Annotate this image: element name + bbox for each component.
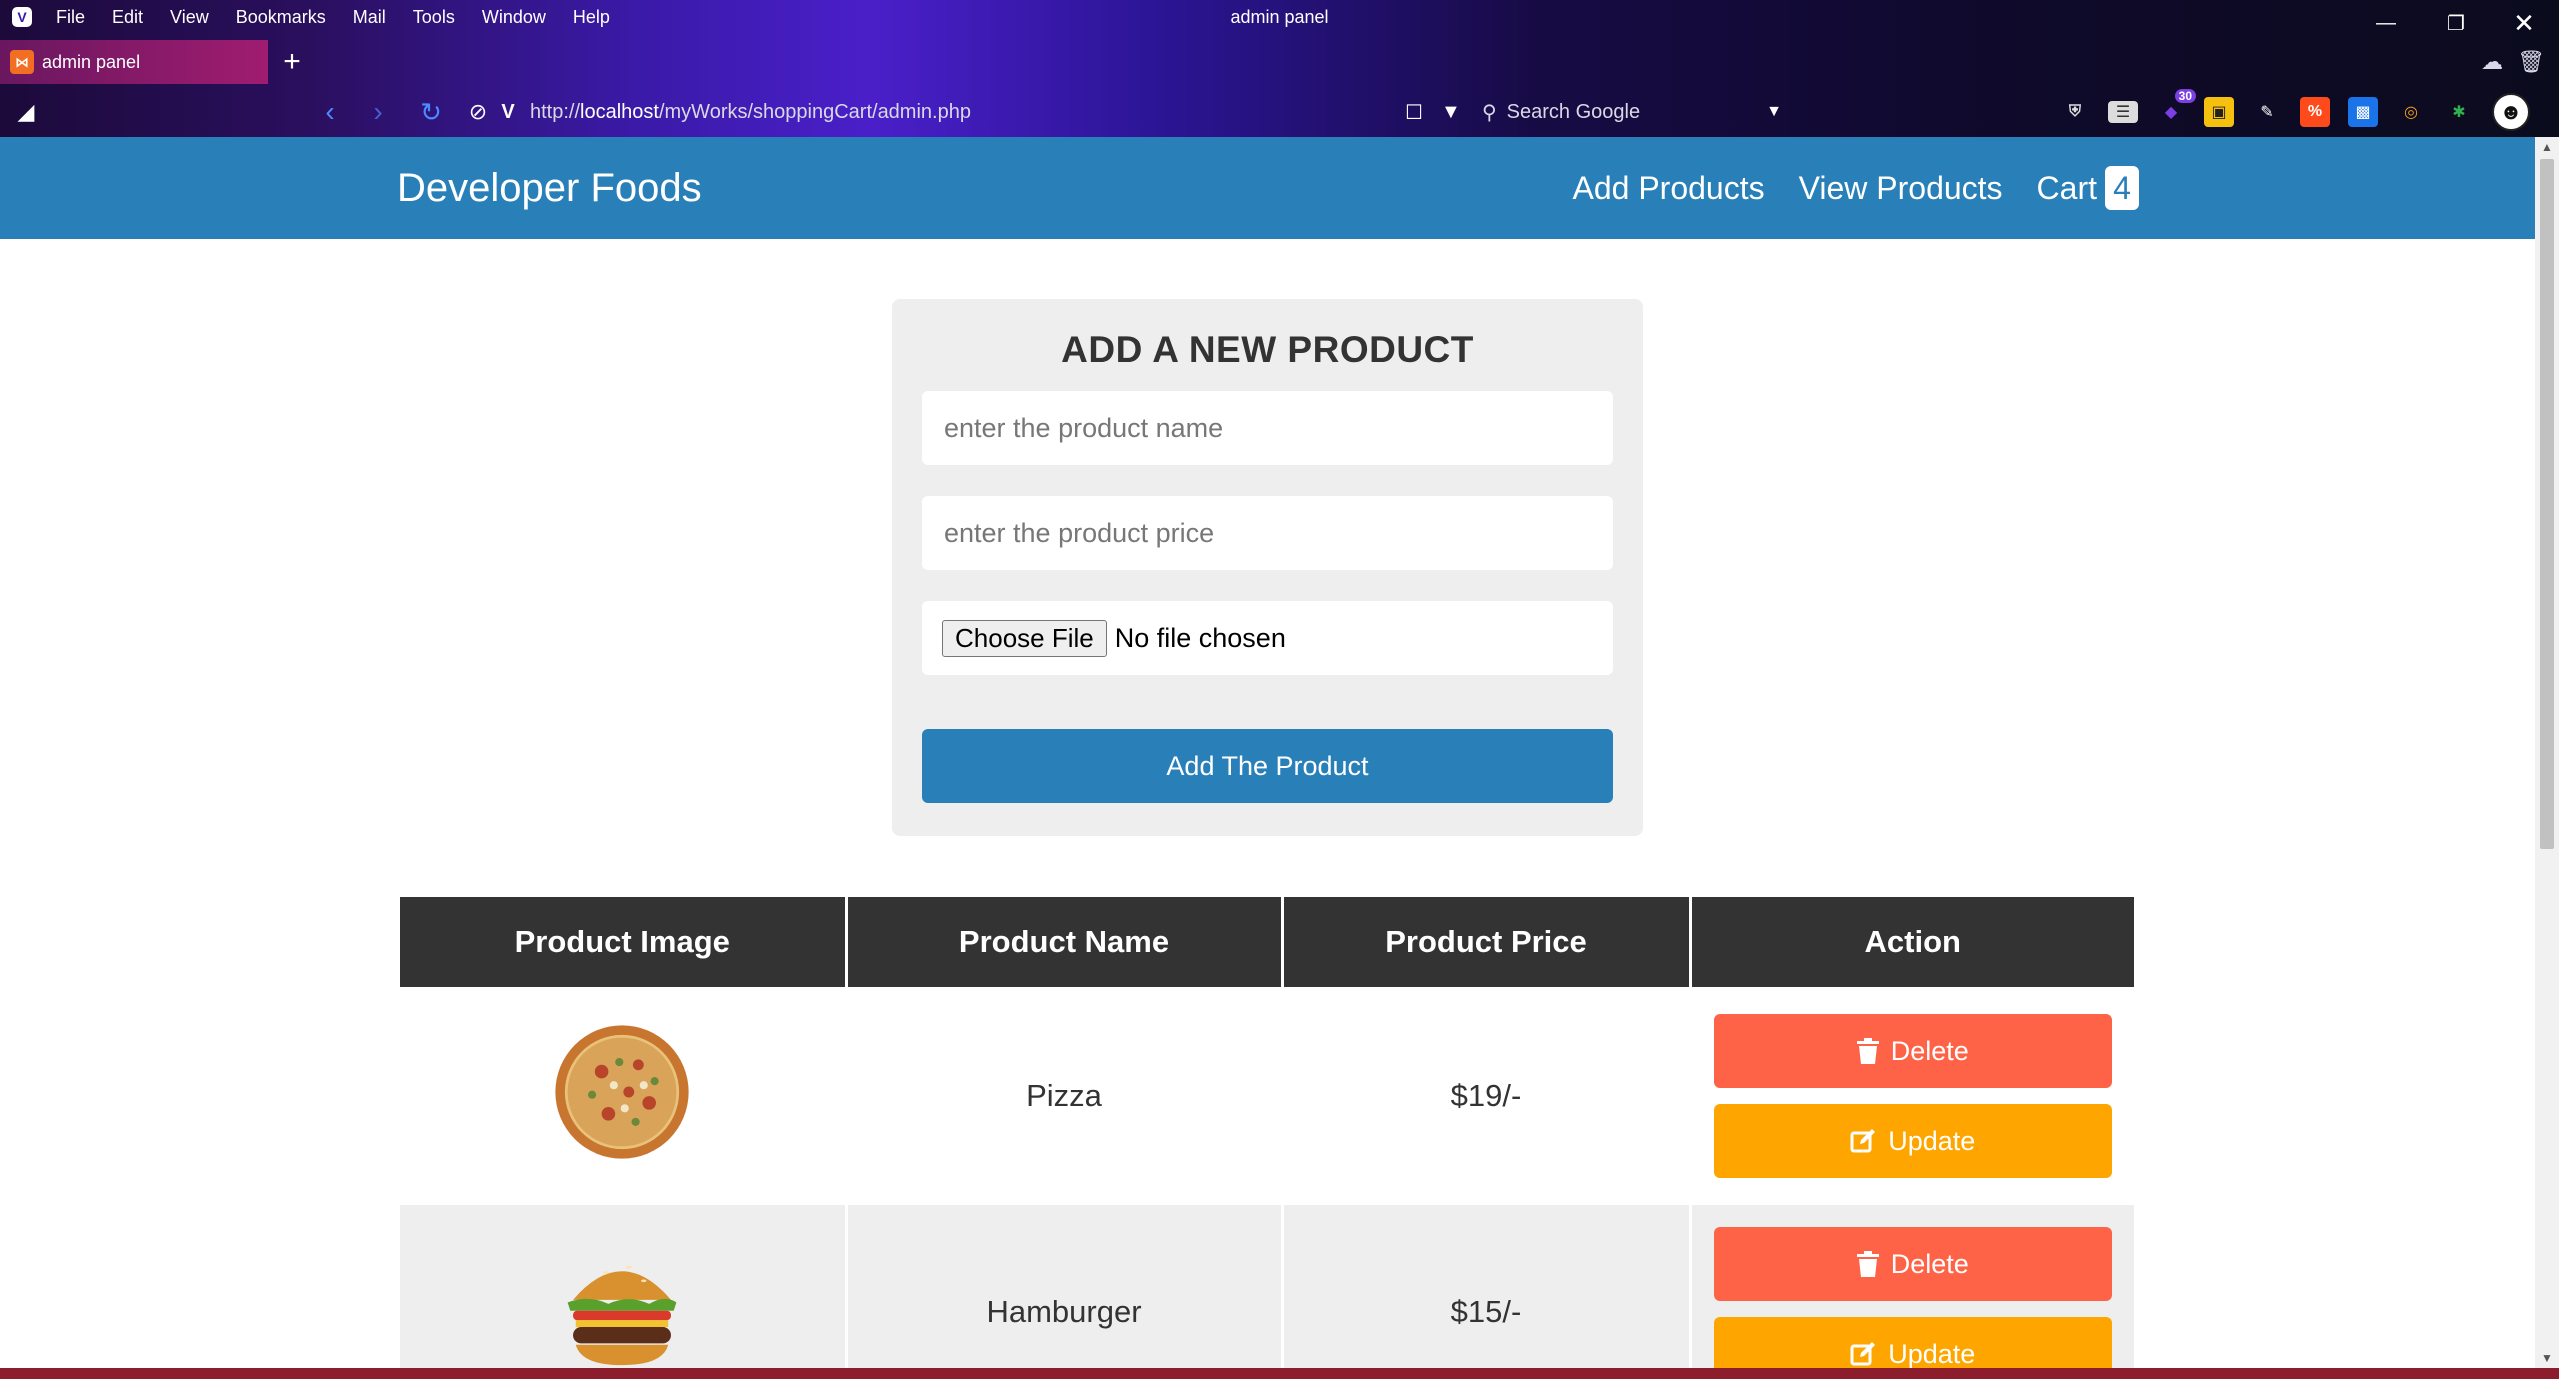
menu-edit[interactable]: Edit (112, 7, 143, 28)
form-title: ADD A NEW PRODUCT (1061, 329, 1474, 370)
vivaldi-logo-icon[interactable]: V (12, 7, 32, 27)
browser-chrome: admin panel V File Edit View Bookmarks M… (0, 0, 2559, 137)
update-button[interactable]: Update (1713, 1317, 2112, 1369)
product-image-cell (400, 987, 846, 1205)
scroll-down-icon[interactable]: ▼ (2535, 1348, 2559, 1368)
trash-icon (1856, 1251, 1879, 1277)
page-scrollbar[interactable]: ▲ ▼ (2535, 137, 2559, 1368)
edit-icon (1850, 1129, 1876, 1153)
menu-help[interactable]: Help (573, 7, 610, 28)
site-header: Developer Foods Add Products View Produc… (0, 137, 2535, 239)
update-label: Update (1888, 1338, 1976, 1369)
back-icon[interactable]: ‹ (312, 94, 348, 130)
search-icon: ⚲ (1482, 101, 1497, 124)
menu-tools[interactable]: Tools (413, 7, 455, 28)
vivaldi-v-icon: V (501, 100, 515, 123)
extensions: ⛨ ☰ ◆ 30 ▣ ✎ % ▩ ◎ ✱ ☻ (2060, 89, 2530, 131)
scroll-up-icon[interactable]: ▲ (2535, 137, 2559, 157)
action-cell: Delete Update (1688, 987, 2134, 1205)
trash-icon[interactable]: 🗑 (2517, 49, 2545, 75)
shield-icon[interactable]: ⛨ (2060, 97, 2090, 127)
bookmark-icon[interactable]: ☐ (1405, 100, 1423, 125)
puzzle-icon[interactable]: ✱ (2444, 97, 2474, 127)
pizza-image (555, 1025, 689, 1159)
wappalyzer-icon[interactable]: ◎ (2396, 97, 2426, 127)
url-host: localhost (580, 100, 659, 123)
menu-bar: V File Edit View Bookmarks Mail Tools Wi… (0, 0, 2559, 34)
extension-badge-icon[interactable]: ◆ 30 (2156, 89, 2196, 127)
table-row: Hamburger $15/- Delete Update (400, 1205, 2134, 1368)
page-viewport: Developer Foods Add Products View Produc… (0, 137, 2535, 1368)
choose-file-button[interactable]: Choose File (942, 619, 1107, 657)
nav-add-products[interactable]: Add Products (1572, 170, 1764, 207)
search-placeholder: Search Google (1506, 100, 1641, 123)
product-image-file-input: Choose File No file chosen (922, 601, 1613, 675)
url-field[interactable]: http://localhost/myWorks/shoppingCart/ad… (530, 93, 1542, 131)
delete-button[interactable]: Delete (1713, 1227, 2112, 1301)
add-product-button[interactable]: Add The Product (922, 729, 1613, 803)
product-name-cell: Hamburger (844, 1205, 1282, 1368)
address-bar: ◢ ‹ › ↻ ⊘ V http://localhost/myWorks/sho… (0, 88, 2559, 136)
nav-cart[interactable]: Cart 4 (2037, 166, 2139, 210)
menu-file[interactable]: File (56, 7, 85, 28)
products-table: Product Image Product Name Product Price… (400, 897, 2134, 1368)
translate-icon[interactable]: % (2300, 97, 2330, 127)
new-tab-icon[interactable]: + (274, 44, 310, 80)
url-path: /myWorks/shoppingCart/admin.php (658, 100, 971, 123)
header-product-image: Product Image (400, 897, 846, 987)
add-product-form: ADD A NEW PRODUCT Choose File No file ch… (892, 299, 1643, 836)
file-status-text: No file chosen (1114, 622, 1286, 653)
menu-view[interactable]: View (170, 7, 209, 28)
main-nav: Add Products View Products Cart 4 (1572, 137, 2139, 239)
search-engine-dropdown-icon[interactable]: ▼ (1766, 103, 1782, 121)
search-field[interactable]: ⚲ Search Google ▼ (1482, 94, 1792, 130)
reload-icon[interactable]: ↻ (413, 94, 449, 130)
menu-window[interactable]: Window (482, 7, 546, 28)
product-name-cell: Pizza (844, 987, 1282, 1205)
delete-button[interactable]: Delete (1713, 1014, 2112, 1088)
reader-icon[interactable]: ☰ (2108, 101, 2138, 123)
url-prefix: http:// (530, 100, 581, 123)
action-cell: Delete Update (1688, 1205, 2134, 1369)
xampp-favicon-icon: ⋈ (10, 50, 34, 74)
trash-icon (1856, 1038, 1879, 1064)
delete-label: Delete (1890, 1248, 1969, 1279)
scrollbar-thumb[interactable] (2540, 159, 2554, 849)
product-price-cell: $15/- (1280, 1205, 1690, 1368)
panel-toggle-icon[interactable]: ◢ (8, 94, 44, 130)
site-logo[interactable]: Developer Foods (397, 137, 702, 239)
header-action: Action (1688, 897, 2134, 987)
menu-bookmarks[interactable]: Bookmarks (236, 7, 326, 28)
edit-icon (1850, 1342, 1876, 1366)
cloud-sync-icon[interactable]: ☁ (2481, 49, 2503, 75)
product-price-input[interactable] (922, 496, 1613, 570)
nav-cart-label: Cart (2036, 170, 2097, 206)
nav-view-products[interactable]: View Products (1799, 170, 2003, 207)
table-row: Pizza $19/- Delete Update (400, 987, 2134, 1205)
color-picker-icon[interactable]: ✎ (2252, 97, 2282, 127)
status-bar (0, 1368, 2559, 1379)
forward-icon[interactable]: › (360, 94, 396, 130)
header-product-name: Product Name (844, 897, 1282, 987)
hamburger-image (567, 1265, 677, 1365)
product-price-cell: $19/- (1280, 987, 1690, 1205)
url-dropdown-icon[interactable]: ▼ (1441, 101, 1461, 124)
product-name-input[interactable] (922, 391, 1613, 465)
screenshot-icon[interactable]: ▩ (2348, 97, 2378, 127)
delete-label: Delete (1890, 1035, 1969, 1066)
update-label: Update (1888, 1125, 1976, 1156)
header-product-price: Product Price (1280, 897, 1690, 987)
cart-count-badge: 4 (2105, 166, 2139, 210)
update-button[interactable]: Update (1713, 1104, 2112, 1178)
table-header-row: Product Image Product Name Product Price… (400, 897, 2134, 987)
tab-bar: ⋈ admin panel + ☁ 🗑 (0, 40, 2559, 84)
cast-icon[interactable]: ▣ (2204, 97, 2234, 127)
tab-title: admin panel (42, 51, 141, 72)
tab-admin-panel[interactable]: ⋈ admin panel (0, 40, 268, 84)
menu-mail[interactable]: Mail (353, 7, 386, 28)
product-image-cell (400, 1205, 846, 1368)
profile-avatar-icon[interactable]: ☻ (2492, 93, 2530, 131)
